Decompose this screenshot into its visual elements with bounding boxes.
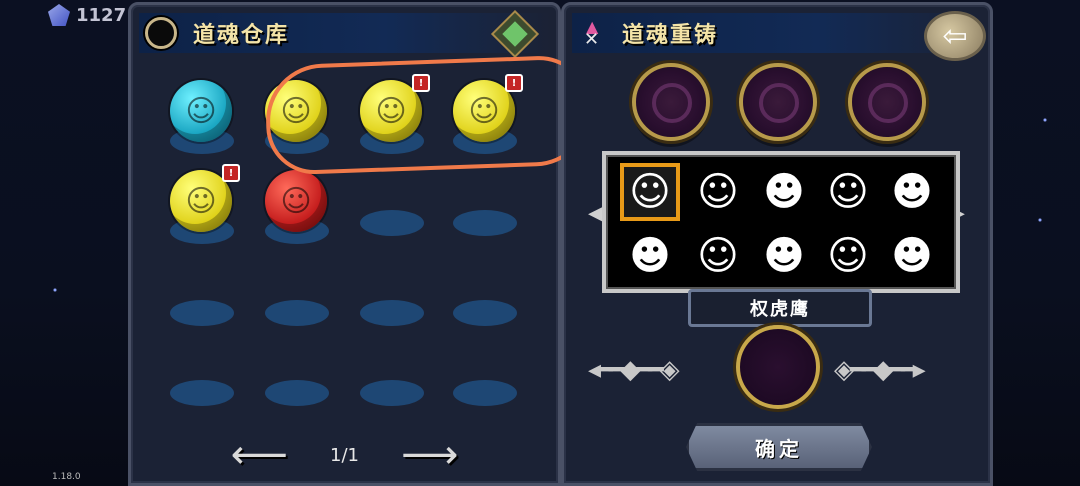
character-portrait[interactable]: ☻ bbox=[754, 227, 814, 285]
empty-slot bbox=[261, 340, 331, 410]
empty-slot bbox=[356, 340, 426, 410]
page-indicator: 1/1 bbox=[330, 444, 359, 466]
soul-recast-panel: 道魂重铸 ⇦ ◀ ▶ ☺ ☺ ☻ ☺ ☻ ☻ ☺ ☻ ☺ ☻ 权虎鹰 ◂━━◆━… bbox=[561, 2, 993, 486]
character-portrait[interactable]: ☻ bbox=[754, 163, 814, 221]
back-arrow-icon: ⇦ bbox=[942, 18, 968, 54]
soul-orb-cyan[interactable]: ☺ bbox=[170, 80, 232, 142]
recast-title: 道魂重铸 bbox=[622, 23, 719, 48]
character-portrait[interactable]: ☺ bbox=[818, 163, 878, 221]
character-face-icon: ☺ bbox=[185, 93, 217, 129]
storage-title-bar: 道魂仓库 bbox=[139, 9, 550, 59]
prev-page-arrow-icon[interactable]: ⟵ bbox=[231, 435, 288, 475]
soul-slot[interactable]: ☺ bbox=[166, 80, 236, 154]
next-page-arrow-icon[interactable]: ⟶ bbox=[401, 435, 458, 475]
character-selector: ☺ ☺ ☻ ☺ ☻ ☻ ☺ ☻ ☺ ☻ bbox=[602, 151, 960, 293]
new-badge: ! bbox=[222, 164, 240, 182]
empty-slot bbox=[449, 170, 519, 240]
recast-input-slot[interactable] bbox=[739, 63, 817, 141]
ring-icon bbox=[145, 17, 177, 49]
confirm-button[interactable]: 确定 bbox=[686, 423, 872, 471]
character-portrait[interactable]: ☺ bbox=[688, 227, 748, 285]
character-portrait[interactable]: ☻ bbox=[882, 163, 942, 221]
empty-slot bbox=[449, 260, 519, 330]
character-portrait[interactable]: ☺ bbox=[688, 163, 748, 221]
recast-result-slot bbox=[736, 325, 820, 409]
empty-slot bbox=[356, 170, 426, 240]
pagination: ⟵ 1/1 ⟶ bbox=[131, 435, 558, 475]
ornament-left-icon: ◂━━◆━━◈ bbox=[588, 355, 680, 385]
version-label: 1.18.0 bbox=[52, 472, 81, 482]
selected-character-name: 权虎鹰 bbox=[688, 289, 872, 327]
recast-title-bar: 道魂重铸 bbox=[572, 13, 982, 53]
currency-value: 1127 bbox=[76, 4, 127, 26]
currency-display: 1127 bbox=[48, 4, 126, 26]
forge-icon bbox=[580, 17, 608, 50]
back-button[interactable]: ⇦ bbox=[924, 11, 986, 61]
storage-title: 道魂仓库 bbox=[193, 23, 290, 48]
empty-slot bbox=[166, 340, 236, 410]
character-face-icon: ☺ bbox=[185, 183, 217, 219]
empty-slot bbox=[356, 260, 426, 330]
character-portrait[interactable]: ☺ bbox=[818, 227, 878, 285]
character-face-icon: ☺ bbox=[280, 183, 312, 219]
recast-input-slot[interactable] bbox=[848, 63, 926, 141]
empty-slot bbox=[166, 260, 236, 330]
ornament-right-icon: ◈━━◆━━▸ bbox=[834, 355, 926, 385]
highlight-annotation bbox=[264, 54, 594, 176]
soul-slot[interactable]: ☺ ! bbox=[166, 164, 240, 244]
character-portrait-selected[interactable]: ☺ bbox=[620, 163, 680, 221]
empty-slot bbox=[449, 340, 519, 410]
character-portrait[interactable]: ☻ bbox=[882, 227, 942, 285]
soul-slot[interactable]: ☺ bbox=[261, 170, 331, 244]
gift-icon[interactable] bbox=[490, 9, 540, 59]
soul-orb-red[interactable]: ☺ bbox=[265, 170, 327, 232]
recast-input-slot[interactable] bbox=[632, 63, 710, 141]
empty-slot bbox=[261, 260, 331, 330]
diamond-icon bbox=[48, 4, 70, 26]
character-portrait[interactable]: ☻ bbox=[620, 227, 680, 285]
